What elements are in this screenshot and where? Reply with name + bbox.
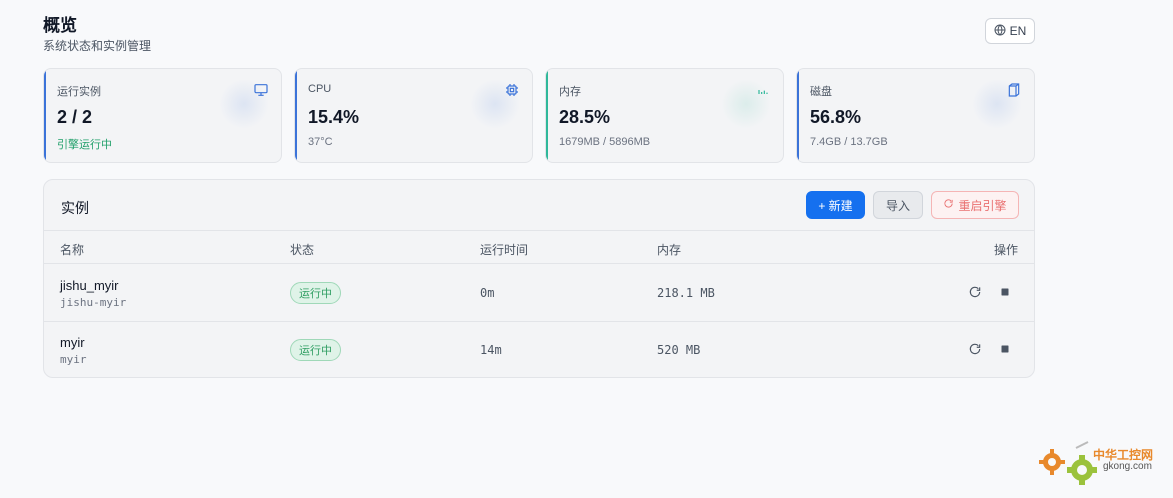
instance-name: jishu_myir xyxy=(60,278,119,293)
watermark-url: gkong.com xyxy=(1103,461,1152,472)
bars-icon xyxy=(755,82,771,98)
stat-card-instances: 运行实例 2 / 2 引擎运行中 xyxy=(43,68,282,163)
language-label: EN xyxy=(1009,24,1027,38)
stat-label: CPU xyxy=(308,83,332,95)
cylinder-icon xyxy=(1006,82,1022,98)
instance-id: jishu-myir xyxy=(60,296,127,309)
card-accent xyxy=(797,69,799,162)
language-toggle-button[interactable]: EN xyxy=(985,18,1035,44)
import-button[interactable]: 导入 xyxy=(873,191,923,219)
instance-uptime: 14m xyxy=(480,343,502,357)
stat-sub: 引擎运行中 xyxy=(57,139,112,151)
stat-label: 运行实例 xyxy=(57,86,101,98)
table-row: myir myir 运行中 14m 520 MB xyxy=(44,322,1034,377)
overview-page: 概览 系统状态和实例管理 EN 运行实例 2 / 2 引擎运行中 CPU 15.… xyxy=(0,0,1173,498)
stat-value: 28.5% xyxy=(559,107,611,127)
stat-value: 2 / 2 xyxy=(57,107,93,127)
stat-label: 磁盘 xyxy=(810,86,832,98)
panel-title: 实例 xyxy=(61,200,89,216)
column-header-memory: 内存 xyxy=(657,243,682,257)
import-button-label: 导入 xyxy=(885,198,910,213)
table-header: 名称 状态 运行时间 内存 操作 xyxy=(44,232,1034,264)
globe-icon xyxy=(994,24,1006,39)
stat-card-cpu: CPU 15.4% 37°C xyxy=(294,68,533,163)
column-header-status: 状态 xyxy=(290,243,315,257)
stat-card-disk: 磁盘 56.8% 7.4GB / 13.7GB xyxy=(796,68,1035,163)
card-accent xyxy=(295,69,297,162)
column-header-name: 名称 xyxy=(60,243,85,257)
stat-sub: 7.4GB / 13.7GB xyxy=(810,136,888,148)
cpu-icon xyxy=(504,82,520,98)
instance-memory: 520 MB xyxy=(657,343,701,357)
restart-button-label: 重启引擎 xyxy=(958,198,1007,213)
column-header-uptime: 运行时间 xyxy=(480,243,529,257)
page-subtitle: 系统状态和实例管理 xyxy=(43,39,152,53)
restart-instance-icon[interactable] xyxy=(967,284,983,300)
stat-value: 15.4% xyxy=(308,107,360,127)
instance-uptime: 0m xyxy=(480,286,495,300)
page-title: 概览 xyxy=(43,16,77,35)
instance-id: myir xyxy=(60,353,87,366)
monitor-icon xyxy=(253,82,269,98)
new-instance-button[interactable]: + 新建 xyxy=(806,191,865,219)
stat-card-memory: 内存 28.5% 1679MB / 5896MB xyxy=(545,68,784,163)
instances-panel: 实例 + 新建 导入 重启引擎 名称 状态 运行时间 内存 操作 jishu_m… xyxy=(43,179,1035,378)
stop-instance-icon[interactable] xyxy=(997,284,1013,300)
instance-name: myir xyxy=(60,335,85,350)
status-badge: 运行中 xyxy=(290,282,341,304)
card-accent xyxy=(44,69,46,162)
stat-value: 56.8% xyxy=(810,107,862,127)
column-header-actions: 操作 xyxy=(994,243,1019,257)
status-badge: 运行中 xyxy=(290,339,341,361)
card-accent xyxy=(546,69,548,162)
stat-sub: 1679MB / 5896MB xyxy=(559,136,651,148)
restart-instance-icon[interactable] xyxy=(967,341,983,357)
restart-engine-button[interactable]: 重启引擎 xyxy=(931,191,1019,219)
restart-icon xyxy=(943,198,954,212)
instance-memory: 218.1 MB xyxy=(657,286,715,300)
stop-instance-icon[interactable] xyxy=(997,341,1013,357)
new-button-label: + 新建 xyxy=(818,198,853,213)
stat-label: 内存 xyxy=(559,86,581,98)
panel-header: 实例 + 新建 导入 重启引擎 xyxy=(44,180,1034,231)
stat-sub: 37°C xyxy=(308,136,333,148)
table-row: jishu_myir jishu-myir 运行中 0m 218.1 MB xyxy=(44,265,1034,322)
